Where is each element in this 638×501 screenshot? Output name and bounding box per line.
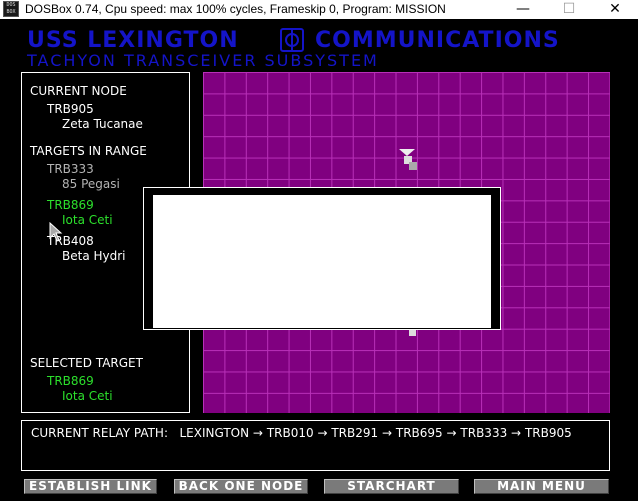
relay-hop: LEXINGTON — [179, 426, 250, 440]
selected-target-id: TRB869 — [47, 374, 94, 388]
relay-hop: TRB010 — [266, 426, 314, 440]
relay-hop: TRB905 — [524, 426, 572, 440]
communications-title: COMMUNICATIONS — [315, 28, 560, 53]
game-screen: USS LEXINGTON COMMUNICATIONS TACHYON TRA… — [0, 19, 638, 501]
relay-arrow-icon: → — [511, 426, 522, 440]
relay-hop: TRB695 — [395, 426, 443, 440]
minimize-button[interactable]: — — [500, 0, 546, 19]
starchart-button[interactable]: STARCHART — [324, 479, 459, 494]
relay-arrow-icon: → — [446, 426, 457, 440]
lexington-emblem-icon — [280, 28, 304, 52]
back-one-node-button[interactable]: BACK ONE NODE — [174, 479, 308, 494]
subsystem-subtitle: TACHYON TRANSCEIVER SUBSYSTEM — [27, 51, 379, 70]
relay-hop: TRB333 — [460, 426, 508, 440]
transmission-dialog — [143, 187, 501, 330]
ship-name-title: USS LEXINGTON — [27, 28, 239, 53]
target-id: TRB333 — [47, 162, 94, 176]
relay-path-panel: CURRENT RELAY PATH: LEXINGTON → TRB010 →… — [21, 420, 610, 471]
relay-arrow-icon: → — [317, 426, 328, 440]
target-name: Iota Ceti — [62, 213, 113, 227]
relay-arrow-icon: → — [252, 426, 263, 440]
target-name: Beta Hydri — [62, 249, 126, 263]
window-titlebar[interactable]: DOS BOX DOSBox 0.74, Cpu speed: max 100%… — [0, 0, 638, 19]
current-node-heading: CURRENT NODE — [30, 84, 127, 98]
starship-icon — [399, 149, 419, 171]
window-title: DOSBox 0.74, Cpu speed: max 100% cycles,… — [25, 2, 446, 16]
close-button[interactable]: ✕ — [592, 0, 638, 19]
relay-path-line: CURRENT RELAY PATH: LEXINGTON → TRB010 →… — [31, 426, 572, 440]
dialog-content-area — [153, 195, 491, 328]
establish-link-button[interactable]: ESTABLISH LINK — [24, 479, 157, 494]
selected-target-name: Iota Ceti — [62, 389, 113, 403]
mouse-cursor-icon — [49, 222, 63, 242]
selected-target-heading: SELECTED TARGET — [30, 356, 143, 370]
relay-hop: TRB291 — [331, 426, 379, 440]
dosbox-app-icon: DOS BOX — [3, 1, 19, 17]
current-node-id: TRB905 — [47, 102, 94, 116]
target-id: TRB869 — [47, 198, 94, 212]
maximize-button[interactable]: ☐ — [546, 0, 592, 19]
main-menu-button[interactable]: MAIN MENU — [474, 479, 609, 494]
current-node-name: Zeta Tucanae — [62, 117, 143, 131]
relay-path-label: CURRENT RELAY PATH: — [31, 426, 168, 440]
target-name: 85 Pegasi — [62, 177, 120, 191]
relay-arrow-icon: → — [381, 426, 393, 440]
targets-in-range-heading: TARGETS IN RANGE — [30, 144, 147, 158]
